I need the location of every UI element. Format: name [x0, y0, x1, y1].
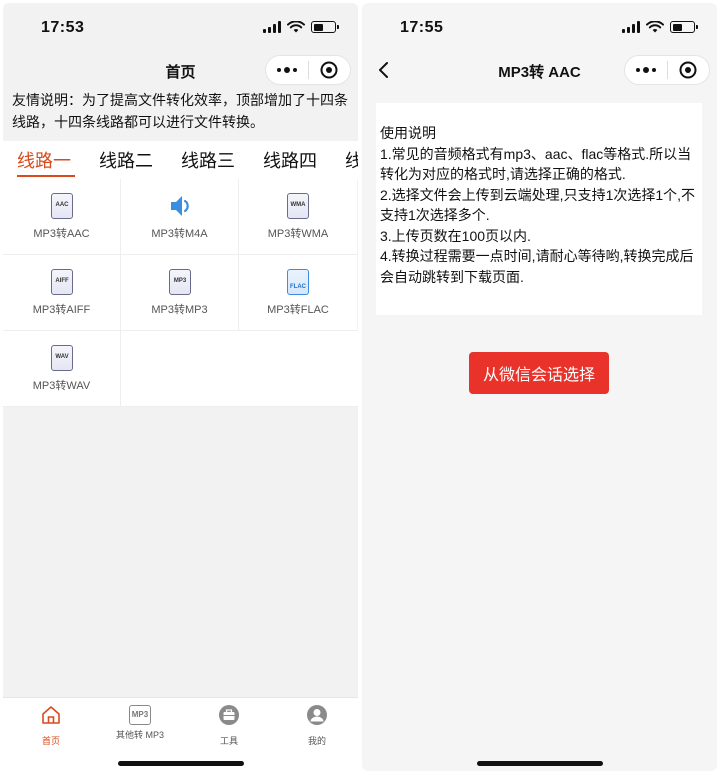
tab-route-2[interactable]: 线路二	[99, 147, 153, 173]
cellular-signal-icon	[622, 21, 640, 33]
grid-item-aiff[interactable]: AIFF MP3转AIFF	[3, 255, 121, 331]
active-tab-indicator	[17, 175, 75, 177]
instructions-panel: 使用说明 1.常见的音频格式有mp3、aac、flac等格式.所以当转化为对应的…	[376, 103, 702, 315]
mp3-file-icon: MP3	[169, 269, 191, 295]
grid-item-wav[interactable]: WAV MP3转WAV	[3, 331, 121, 407]
speaker-icon	[171, 196, 189, 216]
bottom-tab-bar: 首页 MP3 其他转 MP3 工具 我的	[3, 697, 358, 771]
pick-from-wechat-button[interactable]: 从微信会话选择	[469, 352, 609, 394]
grid-item-label: MP3转WMA	[267, 228, 329, 240]
home-indicator	[118, 761, 244, 766]
close-miniprogram-button[interactable]	[668, 61, 709, 79]
tab-route-5[interactable]: 线	[345, 147, 358, 173]
instruction-item: 3.上传页数在100页以内.	[380, 227, 531, 244]
grid-empty-cell	[121, 331, 358, 407]
grid-item-m4a[interactable]: MP3转M4A	[121, 179, 239, 255]
more-menu-button[interactable]	[625, 67, 667, 73]
grid-item-label: MP3转AAC	[33, 228, 90, 240]
instruction-item: 4.转换过程需要一点时间,请耐心等待哟,转换完成后会自动跳转到下载页面.	[380, 248, 694, 285]
notice-text: 友情说明：为了提高文件转化效率，顶部增加了十四条线路，十四条线路都可以进行文件转…	[12, 92, 348, 130]
instructions-heading: 使用说明	[380, 125, 436, 141]
home-indicator	[477, 761, 603, 766]
status-bar: 17:53	[3, 3, 358, 51]
tabbar-tools[interactable]: 工具	[189, 704, 269, 747]
toolbox-icon	[219, 705, 239, 725]
close-miniprogram-button[interactable]	[309, 61, 350, 79]
tab-route-4[interactable]: 线路四	[263, 147, 317, 173]
grid-item-label: MP3转FLAC	[267, 304, 329, 316]
grid-item-mp3[interactable]: MP3 MP3转MP3	[121, 255, 239, 331]
tab-route-1[interactable]: 线路一	[17, 147, 71, 173]
grid-item-flac[interactable]: FLAC MP3转FLAC	[239, 255, 357, 331]
flac-file-icon: FLAC	[287, 269, 309, 295]
cellular-signal-icon	[263, 21, 281, 33]
grid-item-label: MP3转AIFF	[32, 304, 91, 316]
mini-program-capsule	[265, 55, 351, 85]
battery-icon	[670, 21, 698, 33]
nav-bar: MP3转 AAC	[362, 53, 717, 87]
tab-route-3[interactable]: 线路三	[181, 147, 235, 173]
status-time: 17:53	[41, 19, 85, 36]
instruction-item: 1.常见的音频格式有mp3、aac、flac等格式.所以当转化为对应的格式时,请…	[380, 145, 692, 183]
more-menu-button[interactable]	[266, 67, 308, 73]
instruction-item: 2.选择文件会上传到云端处理,只支持1次选择1个,不支持1次选择多个.	[380, 186, 696, 224]
user-icon	[307, 705, 327, 725]
wma-file-icon: WMA	[287, 193, 309, 219]
mp3-icon: MP3	[129, 705, 151, 725]
grid-item-label: MP3转M4A	[151, 228, 208, 240]
grid-item-wma[interactable]: WMA MP3转WMA	[239, 179, 357, 255]
status-time: 17:55	[400, 19, 444, 36]
mini-program-capsule	[624, 55, 710, 85]
status-bar: 17:55	[362, 3, 717, 51]
right-screen: 17:55 MP3转 AAC 使用说明 1.常见的音频格式有mp3、aac、fl…	[362, 3, 717, 771]
grid-item-aac[interactable]: AAC MP3转AAC	[3, 179, 121, 255]
grid-item-label: MP3转WAV	[32, 380, 91, 392]
tabbar-mine[interactable]: 我的	[277, 704, 357, 747]
grid-item-label: MP3转MP3	[151, 304, 208, 316]
tabbar-home[interactable]: 首页	[11, 704, 91, 747]
aac-file-icon: AAC	[51, 193, 73, 219]
route-tabs: 线路一 线路二 线路三 线路四 线	[3, 141, 358, 179]
nav-bar: 首页	[3, 53, 358, 87]
battery-icon	[311, 21, 339, 33]
home-icon	[42, 706, 60, 724]
aiff-file-icon: AIFF	[51, 269, 73, 295]
wav-file-icon: WAV	[51, 345, 73, 371]
left-screen: 17:53 首页 友情说明：为了提高文件转化效率，顶部增加了十四条线路，十四条线…	[3, 3, 358, 771]
wifi-icon	[646, 21, 664, 33]
wifi-icon	[287, 21, 305, 33]
tabbar-other-to-mp3[interactable]: MP3 其他转 MP3	[100, 704, 180, 741]
target-icon	[320, 61, 338, 79]
target-icon	[679, 61, 697, 79]
